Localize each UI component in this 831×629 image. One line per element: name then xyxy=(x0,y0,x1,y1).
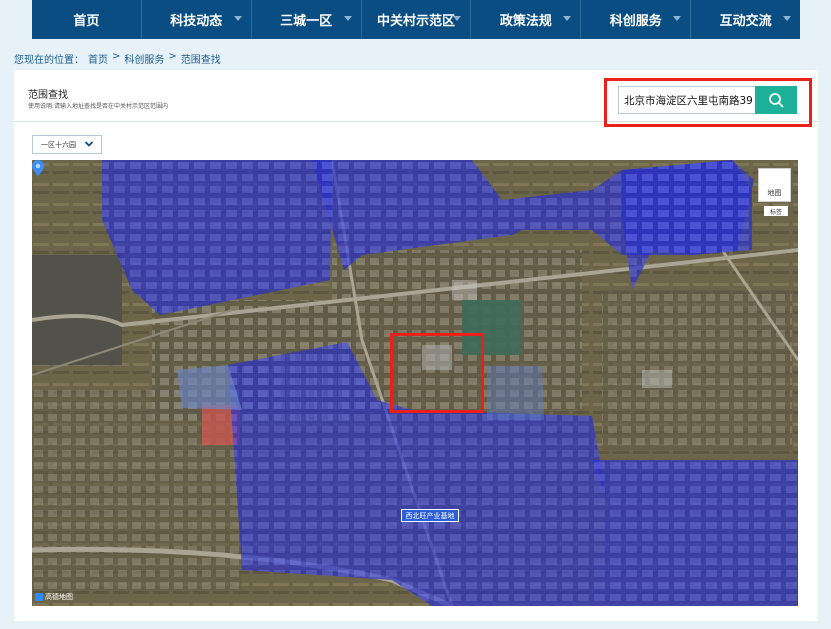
breadcrumb-link-home[interactable]: 首页 xyxy=(88,51,108,66)
usage-description: 使用说明:请输入地址查找是否在中关村示范区范围内 xyxy=(28,103,169,110)
nav-item-tech-news[interactable]: 科技动态 xyxy=(142,0,252,39)
result-highlight-box xyxy=(390,333,484,413)
breadcrumb-separator: > xyxy=(168,51,177,62)
nav-item-home[interactable]: 首页 xyxy=(32,0,142,39)
amap-logo-icon xyxy=(35,593,43,601)
nav-label: 首页 xyxy=(73,14,100,29)
nav-label: 互动交流 xyxy=(719,14,772,29)
map-label-toggle-text: 标签 xyxy=(769,208,782,216)
caret-down-icon xyxy=(233,16,242,21)
breadcrumb-current: 范围查找 xyxy=(180,55,221,66)
breadcrumb-prefix: 您现在的位置： xyxy=(14,55,84,66)
district-select[interactable]: 一区十六园 xyxy=(32,135,102,154)
location-pin-icon[interactable] xyxy=(32,160,44,176)
map-logo: 高德地图 xyxy=(35,592,73,602)
breadcrumb-link-service[interactable]: 科创服务 xyxy=(124,51,164,66)
breadcrumb: 您现在的位置： 首页 > 科创服务 > 范围查找 xyxy=(14,51,221,66)
nav-item-interaction[interactable]: 互动交流 xyxy=(691,0,800,39)
nav-label: 三城一区 xyxy=(280,14,333,29)
nav-label: 科创服务 xyxy=(609,14,662,29)
breadcrumb-separator: > xyxy=(112,51,121,62)
district-select-value: 一区十六园 xyxy=(41,140,76,149)
map-view[interactable]: 地图 标签 西北旺产业基地 高德地图 xyxy=(32,160,798,606)
caret-down-icon xyxy=(453,16,462,21)
chevron-down-icon xyxy=(84,141,94,147)
map-logo-text: 高德地图 xyxy=(45,593,73,601)
caret-down-icon xyxy=(673,16,682,21)
nav-label: 科技动态 xyxy=(170,14,223,29)
map-type-label: 地图 xyxy=(767,189,782,197)
nav-item-three-cities[interactable]: 三城一区 xyxy=(252,0,362,39)
map-type-button[interactable]: 地图 xyxy=(758,168,791,202)
nav-label: 政策法规 xyxy=(499,14,552,29)
nav-item-zgc-zone[interactable]: 中关村示范区 xyxy=(362,0,472,39)
map-label-toggle[interactable]: 标签 xyxy=(764,206,788,216)
page-title: 范围查找 xyxy=(28,90,68,101)
caret-down-icon xyxy=(563,16,572,21)
search-button[interactable] xyxy=(755,86,797,114)
range-search-panel: 范围查找 使用说明:请输入地址查找是否在中关村示范区范围内 一区十六园 xyxy=(14,70,818,621)
caret-down-icon xyxy=(343,16,352,21)
region-label: 西北旺产业基地 xyxy=(401,509,459,522)
address-search-input[interactable] xyxy=(618,86,758,114)
search-icon xyxy=(769,93,784,108)
nav-item-policy[interactable]: 政策法规 xyxy=(471,0,582,39)
nav-label: 中关村示范区 xyxy=(377,14,456,29)
top-nav: 首页 科技动态 三城一区 中关村示范区 政策法规 科创服务 互动交流 xyxy=(32,0,800,39)
nav-item-sci-service[interactable]: 科创服务 xyxy=(581,0,692,39)
caret-down-icon xyxy=(783,16,792,21)
